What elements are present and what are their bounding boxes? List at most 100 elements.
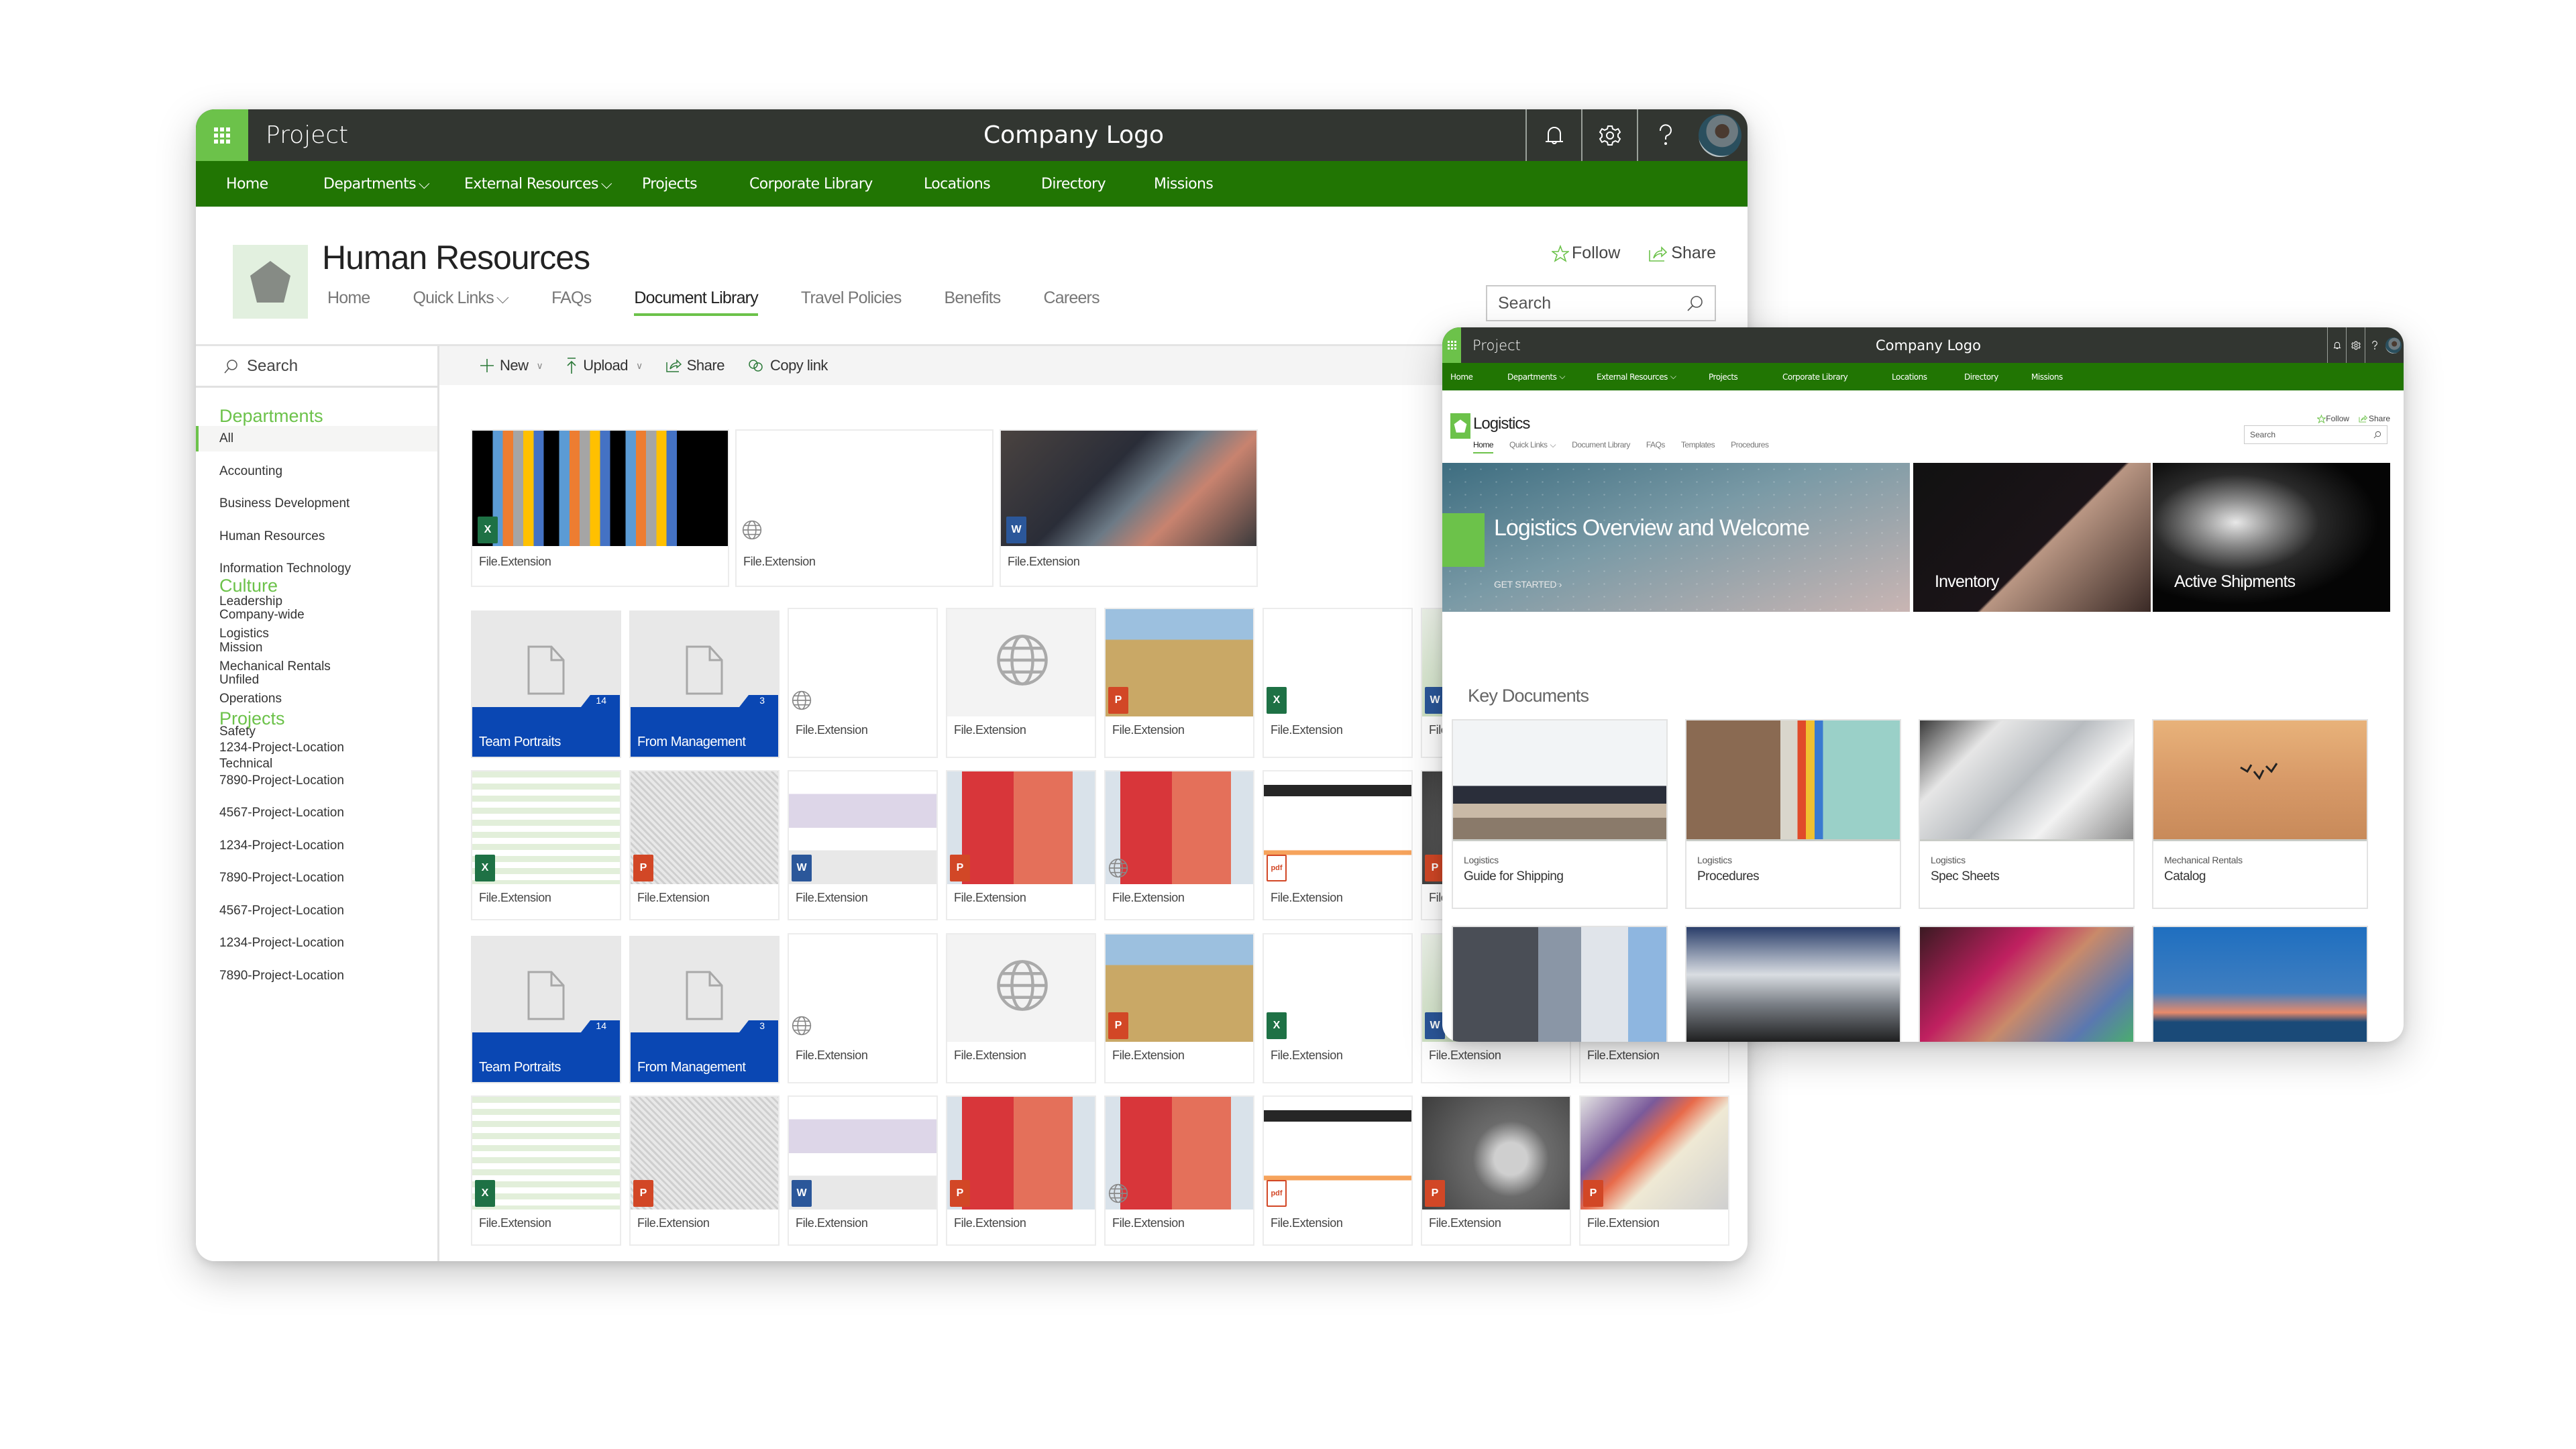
nav-external-resources[interactable]: External Resources ⌵ <box>1597 372 1676 382</box>
sidebar-item[interactable]: 4567-Project-Location <box>196 895 437 927</box>
notifications-button[interactable] <box>1525 109 1581 161</box>
tab-home[interactable]: Home <box>1473 440 1494 453</box>
sidebar-item[interactable]: Company-wide <box>196 599 437 631</box>
nav-directory[interactable]: Directory <box>1041 176 1106 193</box>
file-tile[interactable]: X File.Extension <box>471 1095 621 1246</box>
key-document-card[interactable]: Logistics <box>1685 926 1901 1042</box>
featured-file-tile[interactable]: X File.Extension <box>471 429 729 587</box>
tab-faqs[interactable]: FAQs <box>1646 440 1666 453</box>
sidebar-item[interactable]: Mission <box>196 632 437 664</box>
sidebar-item[interactable]: 1234-Project-Location <box>196 927 437 959</box>
nav-projects[interactable]: Projects <box>1709 372 1738 382</box>
nav-home[interactable]: Home <box>1450 372 1473 382</box>
site-search-input[interactable]: Search <box>2244 425 2387 444</box>
nav-corporate-library[interactable]: Corporate Library <box>1782 372 1848 382</box>
copy-link-button[interactable]: Copy link <box>747 357 828 374</box>
folder-tile[interactable]: 3 From Management <box>629 610 780 758</box>
sidebar-item[interactable]: Unfiled <box>196 664 437 696</box>
file-tile[interactable]: P File.Extension <box>946 1095 1096 1246</box>
hero-tile-active-shipments[interactable]: Active Shipments <box>2153 463 2390 612</box>
file-tile[interactable]: File.Extension <box>1104 770 1254 920</box>
key-document-card[interactable]: Mechanical Rentals Catalog <box>2152 719 2368 909</box>
file-tile[interactable]: File.Extension <box>788 608 938 758</box>
sidebar-item[interactable]: 4567-Project-Location <box>196 797 437 829</box>
nav-locations[interactable]: Locations <box>924 176 991 193</box>
app-launcher-button[interactable] <box>1442 327 1461 363</box>
company-logo[interactable]: Company Logo <box>983 121 1164 149</box>
get-started-link[interactable]: GET STARTED › <box>1494 579 1562 590</box>
tab-document-library[interactable]: Document Library <box>1572 440 1630 453</box>
hero-tile-inventory[interactable]: Inventory <box>1913 463 2151 612</box>
key-document-card[interactable]: Logistics Procedures <box>1685 719 1901 909</box>
key-document-card[interactable]: Mechanical Rentals <box>2152 926 2368 1042</box>
help-button[interactable] <box>2365 327 2383 363</box>
new-button[interactable]: New ∨ <box>480 357 543 374</box>
nav-projects[interactable]: Projects <box>642 176 698 193</box>
file-tile[interactable]: P File.Extension <box>1579 1095 1729 1246</box>
tab-benefits[interactable]: Benefits <box>945 288 1002 316</box>
site-logo[interactable] <box>233 245 308 319</box>
user-avatar-button[interactable] <box>1693 109 1748 161</box>
file-tile[interactable]: File.Extension <box>788 933 938 1083</box>
follow-button[interactable]: Follow <box>2317 414 2349 423</box>
folder-tile[interactable]: 14 Team Portraits <box>471 610 621 758</box>
tab-travel-policies[interactable]: Travel Policies <box>801 288 902 316</box>
tab-document-library[interactable]: Document Library <box>634 288 759 316</box>
file-tile[interactable]: P File.Extension <box>629 1095 780 1246</box>
folder-tile[interactable]: 14 Team Portraits <box>471 936 621 1083</box>
company-logo[interactable]: Company Logo <box>1876 337 1981 354</box>
file-tile[interactable]: W File.Extension <box>788 770 938 920</box>
key-document-card[interactable]: Logistics Guide for Shipping <box>1452 719 1668 909</box>
nav-departments[interactable]: Departments ⌵ <box>1507 372 1565 382</box>
tab-quick-links[interactable]: Quick Links ⌵ <box>1509 440 1556 453</box>
nav-corporate-library[interactable]: Corporate Library <box>749 176 873 193</box>
file-tile[interactable]: pdf File.Extension <box>1263 1095 1413 1246</box>
file-tile[interactable]: P File.Extension <box>629 770 780 920</box>
user-avatar-button[interactable] <box>2383 327 2404 363</box>
file-tile[interactable]: File.Extension <box>946 608 1096 758</box>
app-launcher-button[interactable] <box>196 109 248 161</box>
nav-missions[interactable]: Missions <box>2031 372 2063 382</box>
nav-directory[interactable]: Directory <box>1964 372 1998 382</box>
nav-missions[interactable]: Missions <box>1154 176 1214 193</box>
file-tile[interactable]: X File.Extension <box>1263 933 1413 1083</box>
upload-button[interactable]: Upload ∨ <box>566 357 643 374</box>
sidebar-item[interactable]: 1234-Project-Location <box>196 732 437 764</box>
key-document-card[interactable]: Logistics Spec Sheets <box>1919 719 2135 909</box>
nav-locations[interactable]: Locations <box>1892 372 1927 382</box>
file-tile[interactable]: X File.Extension <box>471 770 621 920</box>
sidebar-item[interactable]: 7890-Project-Location <box>196 862 437 894</box>
tab-templates[interactable]: Templates <box>1681 440 1715 453</box>
nav-departments[interactable]: Departments ⌵ <box>323 176 430 193</box>
featured-file-tile[interactable]: File.Extension <box>735 429 994 587</box>
file-tile[interactable]: W File.Extension <box>788 1095 938 1246</box>
site-logo[interactable] <box>1450 413 1470 439</box>
sidebar-search-input[interactable]: Search <box>196 346 437 388</box>
tab-quick-links[interactable]: Quick Links ⌵ <box>413 288 509 316</box>
file-tile[interactable]: P File.Extension <box>1104 933 1254 1083</box>
file-tile[interactable]: P File.Extension <box>946 770 1096 920</box>
share-button[interactable]: Share <box>1648 244 1716 263</box>
file-tile[interactable]: P File.Extension <box>1421 1095 1571 1246</box>
site-search-input[interactable]: Search <box>1486 285 1716 321</box>
app-title[interactable]: Project <box>266 121 348 149</box>
sidebar-item[interactable]: 7890-Project-Location <box>196 765 437 797</box>
folder-tile[interactable]: 3 From Management <box>629 936 780 1083</box>
file-tile[interactable]: X File.Extension <box>1263 608 1413 758</box>
help-button[interactable] <box>1637 109 1693 161</box>
nav-external-resources[interactable]: External Resources ⌵ <box>464 176 612 193</box>
app-title[interactable]: Project <box>1472 337 1521 354</box>
file-tile[interactable]: pdf File.Extension <box>1263 770 1413 920</box>
share-command-button[interactable]: Share <box>665 357 724 374</box>
file-tile[interactable]: P File.Extension <box>1104 608 1254 758</box>
file-tile[interactable]: File.Extension <box>1104 1095 1254 1246</box>
key-document-card[interactable]: Logistics <box>1452 926 1668 1042</box>
sidebar-item[interactable]: All <box>196 426 437 451</box>
settings-button[interactable] <box>2346 327 2365 363</box>
nav-home[interactable]: Home <box>226 176 268 193</box>
sidebar-item[interactable]: Business Development <box>196 488 437 520</box>
sidebar-item[interactable]: 7890-Project-Location <box>196 960 437 992</box>
settings-button[interactable] <box>1581 109 1637 161</box>
file-tile[interactable]: File.Extension <box>946 933 1096 1083</box>
tab-faqs[interactable]: FAQs <box>551 288 592 316</box>
